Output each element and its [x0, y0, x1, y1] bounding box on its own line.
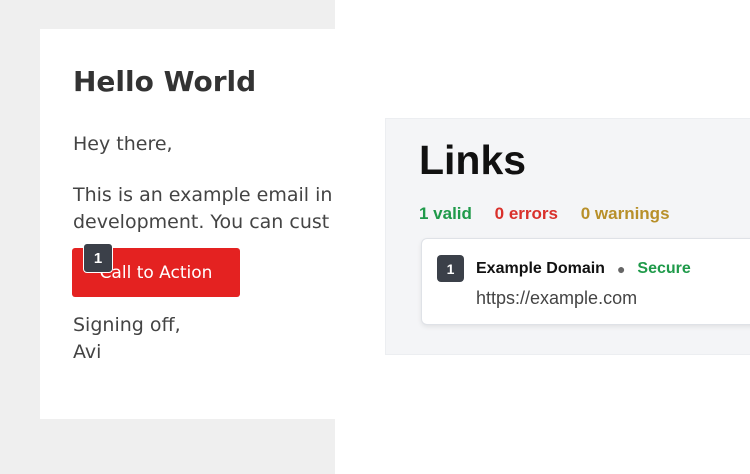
email-greeting: Hey there, — [73, 133, 173, 155]
links-inspector-area: Links 1 valid 0 errors 0 warnings 1 Exam… — [335, 0, 750, 474]
link-status-badge: Secure — [637, 259, 691, 277]
signoff-line: Signing off, — [73, 314, 181, 336]
signoff-name: Avi — [73, 341, 102, 363]
link-url[interactable]: https://example.com — [476, 288, 637, 309]
error-count: 0 errors — [494, 204, 558, 223]
email-body-line: This is an example email in — [73, 184, 333, 206]
email-body: This is an example email in development.… — [73, 182, 332, 236]
valid-count: 1 valid — [419, 204, 472, 223]
email-body-line: development. You can cust — [73, 211, 330, 233]
email-signoff: Signing off, Avi — [73, 312, 181, 366]
email-card: Hello World Hey there, This is an exampl… — [40, 29, 340, 419]
links-summary: 1 valid 0 errors 0 warnings — [419, 204, 688, 224]
links-heading: Links — [419, 137, 527, 183]
links-panel: Links 1 valid 0 errors 0 warnings 1 Exam… — [385, 118, 750, 355]
link-item-header: 1 Example Domain ● Secure — [437, 255, 691, 282]
link-list-item[interactable]: 1 Example Domain ● Secure https://exampl… — [421, 238, 750, 325]
email-preview-area: Hello World Hey there, This is an exampl… — [0, 0, 340, 474]
link-title: Example Domain — [476, 259, 605, 277]
bullet-separator-icon: ● — [616, 260, 626, 277]
link-marker-badge: 1 — [83, 243, 113, 273]
email-title: Hello World — [73, 65, 257, 98]
warning-count: 0 warnings — [580, 204, 670, 223]
link-marker-badge: 1 — [437, 255, 464, 282]
